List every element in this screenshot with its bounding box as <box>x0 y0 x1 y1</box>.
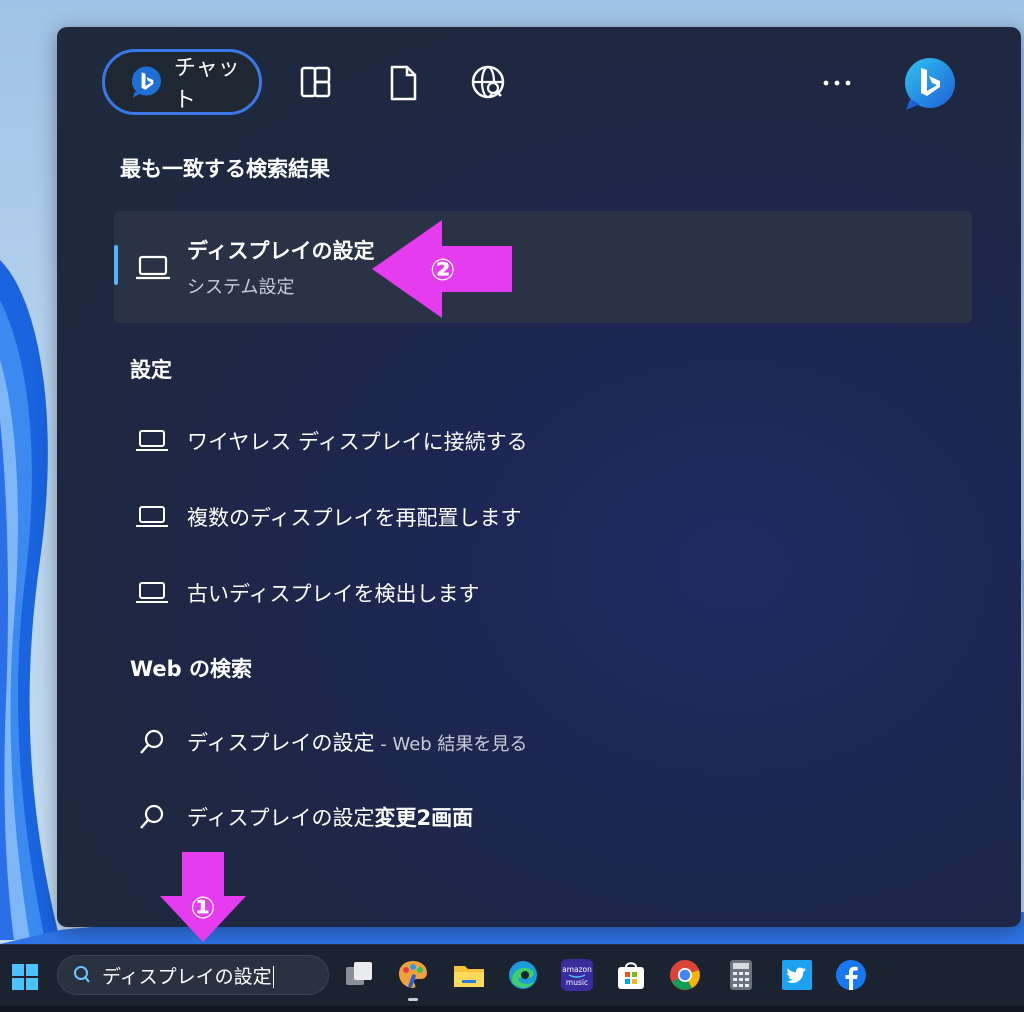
windows-start-icon[interactable] <box>10 962 40 992</box>
edge-icon[interactable] <box>506 958 540 992</box>
web-item-suffix: 変更2画面 <box>374 806 474 830</box>
best-match-heading: 最も一致する検索結果 <box>120 157 330 181</box>
annotation-arrow-1: ① <box>160 852 246 942</box>
settings-item-label: ワイヤレス ディスプレイに接続する <box>187 430 528 454</box>
document-icon[interactable] <box>383 63 423 103</box>
amazon-music-icon[interactable]: amazon music <box>560 958 594 992</box>
annotation-marker-2: ② <box>430 253 455 288</box>
chrome-icon[interactable] <box>668 958 702 992</box>
text-caret <box>272 966 274 988</box>
running-indicator <box>408 998 418 1001</box>
web-item-label: ディスプレイの設定 <box>187 806 375 830</box>
settings-item-label: 古いディスプレイを検出します <box>187 582 480 606</box>
file-explorer-icon[interactable] <box>452 958 486 992</box>
annotation-marker-1: ① <box>190 891 215 926</box>
best-match-title: ディスプレイの設定 <box>187 239 375 263</box>
settings-item-detect[interactable]: 古いディスプレイを検出します <box>135 575 935 611</box>
facebook-icon[interactable] <box>834 958 868 992</box>
settings-item-rearrange[interactable]: 複数のディスプレイを再配置します <box>135 499 935 535</box>
laptop-icon <box>136 430 168 451</box>
search-input[interactable]: ディスプレイの設定 <box>102 966 272 988</box>
paint-icon[interactable] <box>396 958 430 992</box>
amazon-music-label-bottom: music <box>566 978 588 987</box>
bing-logo-icon[interactable] <box>900 55 958 113</box>
calculator-icon[interactable] <box>724 958 758 992</box>
web-item-suggestion[interactable]: ディスプレイの設定変更2画面 <box>135 799 935 835</box>
twitter-icon[interactable] <box>780 958 814 992</box>
chat-label: チャット <box>173 56 240 113</box>
settings-heading: 設定 <box>130 358 172 382</box>
chat-button[interactable]: チャット <box>102 49 262 115</box>
taskbar: ディスプレイの設定 amazon music <box>0 944 1024 1007</box>
store-icon[interactable] <box>614 958 648 992</box>
more-icon[interactable] <box>817 63 857 103</box>
screen-bottom-edge <box>0 1006 1024 1012</box>
settings-item-wireless[interactable]: ワイヤレス ディスプレイに接続する <box>135 423 935 459</box>
best-match-subtitle: システム設定 <box>187 277 295 298</box>
search-icon <box>140 729 164 754</box>
search-icon <box>140 804 164 829</box>
amazon-music-label-top: amazon <box>562 965 592 974</box>
web-item-label: ディスプレイの設定 <box>187 731 375 755</box>
search-toolbar: チャット <box>57 27 1021 137</box>
annotation-arrow-2: ② <box>372 220 512 318</box>
web-item-suffix: - Web 結果を見る <box>374 734 528 755</box>
search-icon <box>74 966 90 983</box>
task-view-icon[interactable] <box>342 958 376 992</box>
bing-chat-icon <box>131 66 161 98</box>
taskbar-search-box[interactable]: ディスプレイの設定 <box>57 955 329 995</box>
web-item-results[interactable]: ディスプレイの設定 - Web 結果を見る <box>135 724 935 760</box>
settings-item-label: 複数のディスプレイを再配置します <box>187 506 522 530</box>
selection-indicator <box>114 245 118 285</box>
best-match-item[interactable]: ディスプレイの設定 システム設定 <box>114 211 972 323</box>
laptop-icon <box>136 506 168 527</box>
search-panel: チャット 最も一致する検索結果 ディスプレイの設定 システム設定 設定 ワイヤレ… <box>57 27 1021 927</box>
globe-search-icon[interactable] <box>469 63 509 103</box>
web-search-heading: Web の検索 <box>130 657 253 681</box>
apps-grid-icon[interactable] <box>297 63 337 103</box>
laptop-icon <box>136 582 168 603</box>
laptop-icon <box>136 255 170 280</box>
